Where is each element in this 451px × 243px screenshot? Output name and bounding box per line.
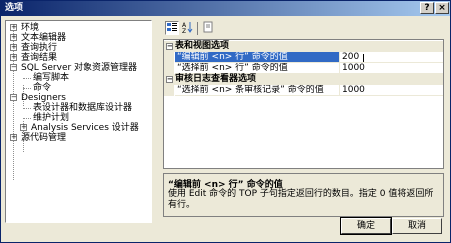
- options-tree[interactable]: + 环境 + 文本编辑器 + 查询执行 + 查询结果 − SQL Server …: [5, 20, 152, 223]
- tree-item-label: 表设计器和数据库设计器: [33, 103, 133, 113]
- tree-item-label: SQL Server 对象资源管理器: [21, 63, 138, 73]
- expand-icon[interactable]: +: [10, 134, 17, 141]
- tree-item-label: 文本编辑器: [21, 33, 67, 43]
- title-bar[interactable]: 选项 ? ×: [1, 1, 450, 16]
- property-pages-icon[interactable]: [201, 21, 215, 35]
- property-row-edit-top-n[interactable]: “编辑前 <n> 行” 命令的值 200: [164, 52, 443, 63]
- category-label: 表和视图选项: [175, 41, 230, 51]
- row-margin: [164, 52, 174, 63]
- tree-connector: [23, 108, 31, 109]
- category-audit-log-viewer-options[interactable]: − 审核日志查看器选项: [164, 74, 443, 85]
- collapse-icon[interactable]: −: [166, 76, 173, 83]
- property-name: “编辑前 <n> 行” 命令的值: [175, 52, 340, 63]
- toolbar-separator: [197, 22, 198, 35]
- expand-icon[interactable]: +: [10, 44, 17, 51]
- property-toolbar: A Z: [163, 20, 444, 38]
- tree-item-commands[interactable]: 命令: [33, 83, 51, 93]
- property-value[interactable]: 1000: [340, 63, 443, 74]
- property-value-input[interactable]: 200: [340, 52, 443, 63]
- alphabetical-icon[interactable]: A Z: [181, 21, 195, 35]
- collapse-icon[interactable]: −: [10, 64, 17, 71]
- property-grid[interactable]: − 表和视图选项 “编辑前 <n> 行” 命令的值 200 “选择前 <n> 行…: [163, 39, 444, 169]
- window-title: 选项: [5, 3, 24, 13]
- tree-item-label: Designers: [21, 93, 66, 103]
- category-table-view-options[interactable]: − 表和视图选项: [164, 41, 443, 52]
- collapse-icon[interactable]: −: [166, 43, 173, 50]
- tree-item-label: 源代码管理: [21, 133, 67, 143]
- categorized-icon[interactable]: [165, 21, 179, 35]
- tree-item-maintenance-plans[interactable]: 维护计划: [33, 113, 69, 123]
- property-value[interactable]: 1000: [340, 85, 443, 96]
- row-margin: [164, 85, 174, 96]
- category-label: 审核日志查看器选项: [175, 74, 257, 84]
- property-name: “选择前 <n> 行” 命令的值: [175, 63, 340, 74]
- tree-item-label: 命令: [33, 83, 52, 93]
- expand-icon[interactable]: +: [10, 54, 17, 61]
- property-row-select-top-n-audit[interactable]: “选择前 <n> 条审核记录” 命令的值 1000: [164, 85, 443, 96]
- tree-item-label: 维护计划: [33, 113, 70, 123]
- tree-item-label: 环境: [21, 23, 40, 33]
- collapse-icon[interactable]: −: [10, 94, 17, 101]
- property-row-select-top-n[interactable]: “选择前 <n> 行” 命令的值 1000: [164, 63, 443, 74]
- tree-connector: [23, 88, 31, 89]
- cancel-button[interactable]: 取消: [392, 218, 442, 234]
- tree-item-label: 查询结果: [21, 53, 58, 63]
- tree-connector: [23, 78, 31, 79]
- property-description: “编辑前 <n> 行” 命令的值 使用 Edit 命令的 TOP 子句指定返回行…: [163, 173, 444, 217]
- row-margin: [164, 63, 174, 74]
- svg-text:Z: Z: [182, 28, 186, 33]
- tree-item-label: 查询执行: [21, 43, 58, 53]
- tree-item-scripting[interactable]: 编写脚本: [33, 73, 69, 83]
- tree-item-table-designers[interactable]: 表设计器和数据库设计器: [33, 103, 132, 113]
- options-dialog: 选项 ? × + 环境 + 文本编辑器 + 查询执行 + 查询结果 − SQL …: [0, 0, 451, 243]
- expand-icon[interactable]: +: [10, 24, 17, 31]
- tree-item-label: 编写脚本: [33, 73, 70, 83]
- tree-connector: [23, 118, 31, 119]
- expand-icon[interactable]: +: [10, 34, 17, 41]
- property-name: “选择前 <n> 条审核记录” 命令的值: [175, 85, 340, 96]
- expand-icon[interactable]: +: [20, 124, 27, 131]
- property-panel: A Z − 表和视图选项 “编辑前 <n> 行” 命令的值 200 “选择前 <…: [163, 20, 444, 223]
- tree-item-label: Analysis Services 设计器: [31, 123, 139, 133]
- ok-button[interactable]: 确定: [340, 217, 392, 235]
- description-body: 使用 Edit 命令的 TOP 子句指定返回行的数目。指定 0 值将返回所有行。: [168, 189, 434, 210]
- help-button[interactable]: ?: [420, 2, 434, 14]
- close-button[interactable]: ×: [435, 2, 449, 14]
- text-cursor: [363, 54, 364, 62]
